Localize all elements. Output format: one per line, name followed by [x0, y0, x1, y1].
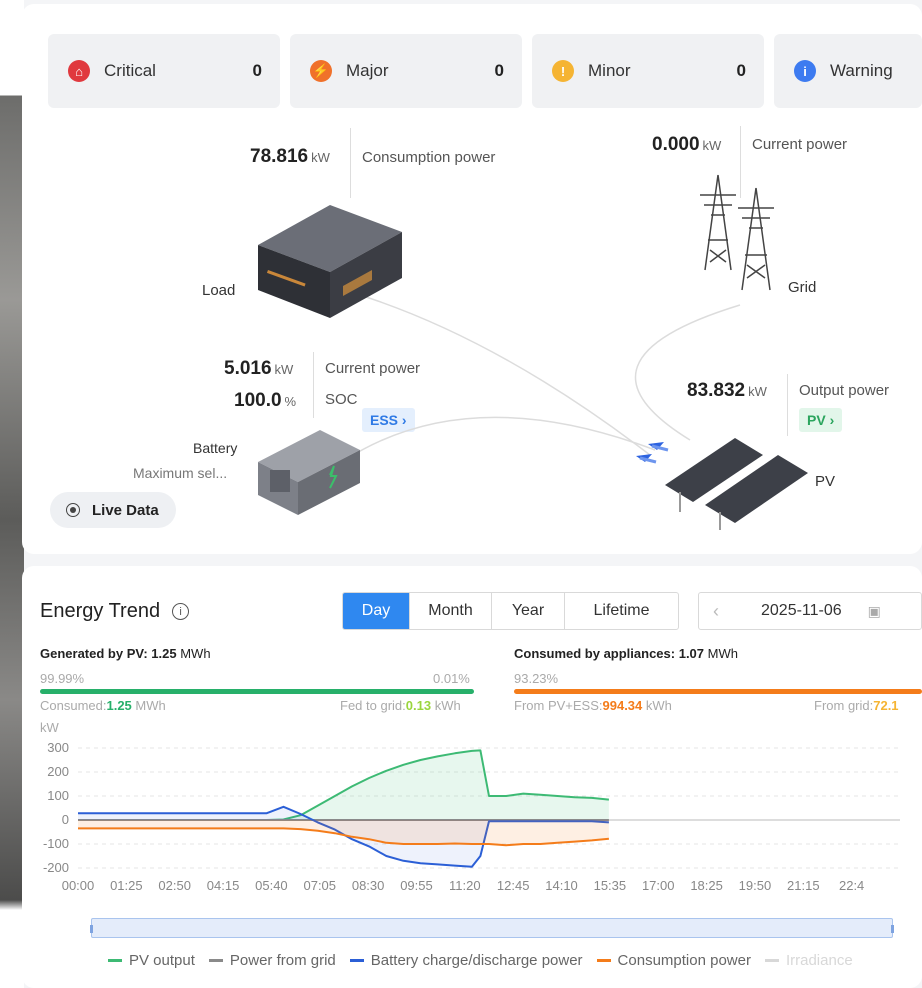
x-tick-label: 02:50: [158, 878, 191, 893]
calendar-icon[interactable]: ▣: [868, 603, 881, 620]
legend-label: PV output: [129, 952, 195, 969]
tab-lifetime[interactable]: Lifetime: [565, 593, 678, 629]
legend-item[interactable]: Irradiance: [764, 952, 853, 969]
battery-cabinet-icon: [258, 430, 360, 515]
fed-to-grid: Fed to grid:0.13 kWh: [340, 698, 461, 713]
legend-label: Power from grid: [229, 952, 336, 969]
energy-trend-chart: kW 300 200 100 0 -100 -200 00:00 01:25 02:50 04:15…: [40, 720, 900, 893]
chart-legend: PV output Power from grid Battery charge/d…: [108, 952, 867, 969]
x-tick-label: 08:30: [352, 878, 385, 893]
x-tick-label: 07:05: [303, 878, 336, 893]
grid-tower-icon: [700, 174, 774, 291]
flow-line-load-pv: [359, 294, 651, 456]
legend-item[interactable]: Power from grid: [208, 952, 336, 969]
series-area-0: [78, 750, 609, 820]
x-tick-label: 05:40: [255, 878, 288, 893]
from-pv-ess-unit: kWh: [645, 698, 672, 713]
energy-trend-title: Energy Trend: [40, 600, 161, 622]
x-tick-label: 00:00: [62, 878, 95, 893]
flow-line-grid-pv: [634, 304, 741, 441]
series-area-3: [78, 820, 609, 846]
from-pv-ess-label: From PV+ESS:: [514, 698, 603, 713]
x-tick-label: 21:15: [787, 878, 820, 893]
y-tick-label: -200: [43, 860, 69, 875]
x-tick-label: 19:50: [739, 878, 772, 893]
y-tick-label: 0: [62, 812, 69, 827]
fed-to-grid-label: Fed to grid:: [340, 698, 406, 713]
y-axis-label: kW: [40, 720, 60, 735]
from-pv-ess-value: 994.34: [602, 698, 643, 713]
live-data-button[interactable]: Live Data: [50, 492, 176, 528]
zoom-handle-right[interactable]: [891, 925, 894, 933]
x-tick-label: 18:25: [690, 878, 723, 893]
zoom-handle-left[interactable]: [90, 925, 93, 933]
radio-icon: [66, 503, 80, 517]
chevron-left-icon[interactable]: ‹: [713, 601, 719, 622]
pv-panels-icon: [665, 438, 808, 530]
legend-swatch: [764, 959, 779, 962]
consumed-self-label: Consumed:: [40, 698, 107, 713]
consumed-pct-left: 93.23%: [514, 671, 559, 686]
legend-swatch: [349, 959, 364, 962]
generated-label: Generated by PV:: [40, 646, 148, 661]
x-tick-label: 01:25: [110, 878, 143, 893]
legend-swatch: [596, 959, 611, 962]
energy-flow-diagram: [258, 174, 808, 530]
info-icon[interactable]: i: [172, 603, 190, 620]
legend-item[interactable]: PV output: [108, 952, 195, 969]
flow-lines: [344, 294, 741, 461]
legend-label: Consumption power: [617, 952, 751, 969]
date-value: 2025-11-06: [761, 602, 842, 619]
fed-to-grid-value: 0.13: [405, 698, 432, 713]
generated-summary: Generated by PV: 1.25 MWh: [40, 646, 211, 661]
generated-unit: MWh: [180, 646, 211, 661]
legend-swatch: [208, 959, 223, 962]
consumed-label: Consumed by appliances:: [514, 646, 676, 661]
y-tick-label: 100: [47, 788, 69, 803]
consumed-self-unit: MWh: [135, 698, 166, 713]
zoom-slider[interactable]: [90, 918, 894, 938]
legend-label: Irradiance: [785, 952, 853, 969]
x-tick-label: 14:10: [545, 878, 578, 893]
legend-swatch: [108, 959, 122, 962]
consumed-unit: MWh: [707, 646, 738, 661]
consumed-self-value: 1.25: [106, 698, 132, 713]
x-tick-label: 17:00: [642, 878, 675, 893]
x-tick-label: 11:20: [449, 878, 481, 893]
generated-value: 1.25: [151, 646, 177, 661]
consumed-summary: Consumed by appliances: 1.07 MWh: [514, 646, 738, 661]
consumed-self: Consumed:1.25 MWh: [40, 698, 166, 713]
x-tick-label: 04:15: [207, 878, 240, 893]
generated-pct-left: 99.99%: [40, 671, 85, 686]
period-tabs: Day Month Year Lifetime: [342, 592, 679, 630]
energy-trend-header: Energy Trend i: [40, 600, 190, 623]
date-picker[interactable]: ‹ 2025-11-06 ▣: [698, 592, 922, 630]
from-grid-label: From grid:: [814, 698, 874, 713]
tab-year[interactable]: Year: [492, 593, 565, 629]
tab-day[interactable]: Day: [343, 593, 410, 629]
legend-item[interactable]: Battery charge/discharge power: [349, 952, 583, 969]
from-grid: From grid:72.1: [814, 698, 899, 713]
x-tick-label: 15:35: [594, 878, 627, 893]
legend-label: Battery charge/discharge power: [370, 952, 583, 969]
y-tick-label: -100: [43, 836, 69, 851]
y-tick-label: 300: [47, 740, 69, 755]
generated-bar: [40, 689, 474, 694]
consumed-bar: [514, 689, 922, 694]
consumed-value: 1.07: [678, 646, 705, 661]
x-tick-label: 22:4: [839, 878, 864, 893]
generated-pct-right: 0.01%: [433, 671, 470, 686]
legend-item[interactable]: Consumption power: [596, 952, 751, 969]
fed-to-grid-unit: kWh: [434, 698, 461, 713]
from-pv-ess: From PV+ESS:994.34 kWh: [514, 698, 672, 713]
load-building-icon: [258, 205, 402, 318]
from-grid-value: 72.1: [873, 698, 899, 713]
x-tick-label: 12:45: [497, 878, 530, 893]
live-data-label: Live Data: [92, 501, 159, 519]
y-tick-label: 200: [47, 764, 69, 779]
x-tick-label: 09:55: [400, 878, 433, 893]
tab-month[interactable]: Month: [410, 593, 492, 629]
